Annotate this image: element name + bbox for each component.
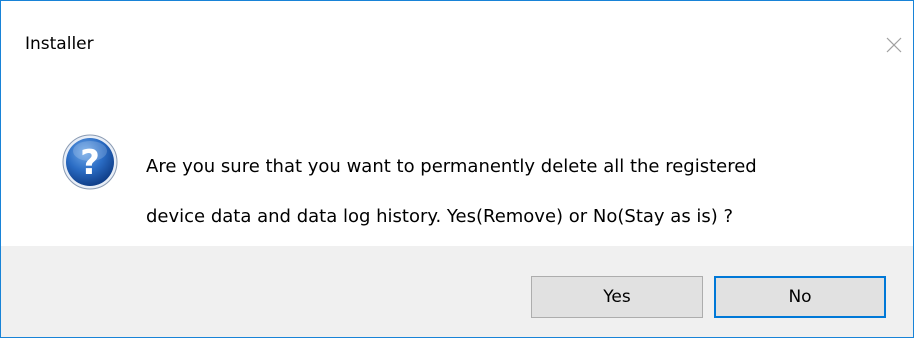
dialog-content: ? Are you sure that you want to permanen… xyxy=(1,59,913,246)
installer-dialog: Installer ? Are you sure that you want t… xyxy=(0,0,914,338)
confirmation-message: Are you sure that you want to permanentl… xyxy=(146,129,886,254)
close-button[interactable] xyxy=(877,27,913,61)
yes-button[interactable]: Yes xyxy=(531,276,703,318)
message-line-2: device data and data log history. Yes(Re… xyxy=(146,206,734,227)
message-line-1: Are you sure that you want to permanentl… xyxy=(146,156,757,177)
close-icon xyxy=(886,37,902,53)
title-bar: Installer xyxy=(1,1,913,59)
svg-text:?: ? xyxy=(80,143,100,183)
no-button[interactable]: No xyxy=(714,276,886,318)
window-title: Installer xyxy=(25,34,94,54)
button-bar: Yes No xyxy=(1,246,913,337)
question-icon: ? xyxy=(62,134,118,190)
